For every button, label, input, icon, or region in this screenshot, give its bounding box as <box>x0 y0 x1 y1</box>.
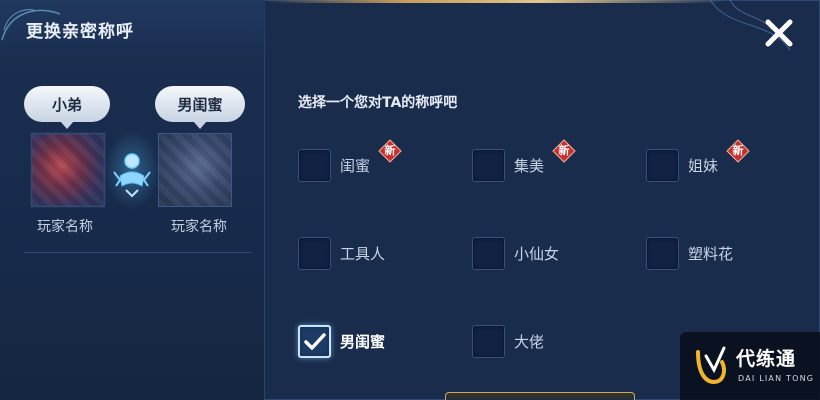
option-checkbox[interactable] <box>298 237 331 270</box>
nickname-option[interactable]: 姐妹 <box>646 149 718 182</box>
top-gold-trim <box>265 0 725 3</box>
option-label: 小仙女 <box>514 245 560 263</box>
checkmark-icon <box>304 333 326 350</box>
confirm-button-edge[interactable] <box>445 392 635 400</box>
option-checkbox[interactable] <box>298 149 331 182</box>
intimacy-link-icon <box>113 153 151 198</box>
avatar-left <box>31 133 105 207</box>
option-label: 大佬 <box>514 333 545 351</box>
option-checkbox[interactable] <box>646 237 679 270</box>
watermark-text-en: DAI LIAN TONG <box>738 374 815 383</box>
nickname-bubble-right: 男闺蜜 <box>155 86 245 129</box>
option-label: 姐妹 <box>688 157 719 175</box>
option-checkbox[interactable] <box>298 325 331 358</box>
nickname-option[interactable]: 男闺蜜 <box>298 325 385 358</box>
watermark-logo-icon <box>696 346 726 384</box>
nickname-bubble-left: 小弟 <box>24 86 110 129</box>
option-checkbox[interactable] <box>472 325 505 358</box>
option-checkbox[interactable] <box>472 149 505 182</box>
option-label: 男闺蜜 <box>340 333 386 351</box>
new-badge: 新 <box>726 139 750 163</box>
watermark: 代练通 DAI LIAN TONG <box>680 332 820 400</box>
option-label: 工具人 <box>340 245 386 263</box>
option-label: 集美 <box>514 157 545 175</box>
player-name-right: 玩家名称 <box>171 219 227 235</box>
nickname-option[interactable]: 集美 <box>472 149 544 182</box>
close-button[interactable] <box>760 14 798 52</box>
new-badge-text: 新 <box>384 144 396 157</box>
option-label: 塑料花 <box>688 245 734 263</box>
left-divider <box>24 252 252 253</box>
close-icon[interactable] <box>764 18 794 48</box>
new-badge: 新 <box>552 139 576 163</box>
option-checkbox[interactable] <box>646 149 679 182</box>
nickname-option[interactable]: 闺蜜 <box>298 149 370 182</box>
new-badge-text: 新 <box>558 144 570 157</box>
new-badge: 新 <box>378 139 402 163</box>
new-badge-text: 新 <box>732 144 744 157</box>
prompt-text: 选择一个您对TA的称呼吧 <box>298 95 458 111</box>
nickname-option[interactable]: 大佬 <box>472 325 544 358</box>
option-label: 闺蜜 <box>340 157 371 175</box>
player-name-left: 玩家名称 <box>37 219 93 235</box>
nickname-option[interactable]: 塑料花 <box>646 237 733 270</box>
dialog-title: 更换亲密称呼 <box>26 22 134 42</box>
nickname-option[interactable]: 工具人 <box>298 237 385 270</box>
option-checkbox[interactable] <box>472 237 505 270</box>
watermark-text-cn: 代练通 <box>736 348 797 370</box>
nickname-option[interactable]: 小仙女 <box>472 237 559 270</box>
left-panel: 更换亲密称呼 小弟 男闺蜜 玩家名称 玩家名称 <box>0 0 265 400</box>
avatar-right <box>158 133 232 207</box>
